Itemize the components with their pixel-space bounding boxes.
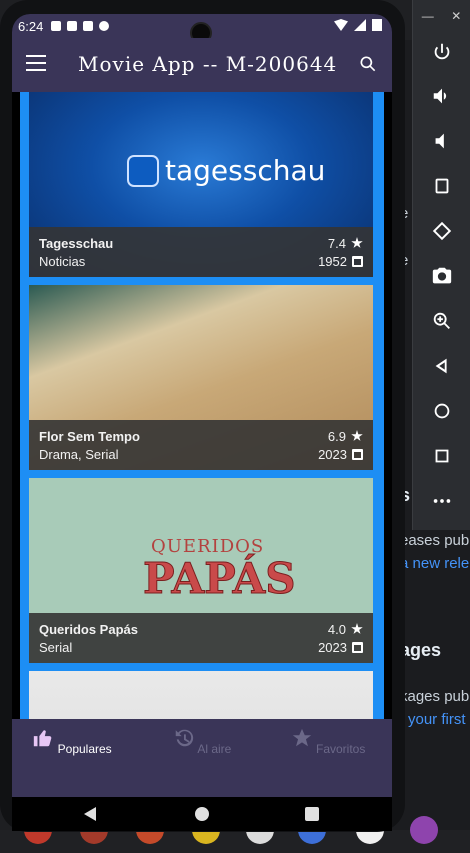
movie-card[interactable]: QUERIDOS PAPÁS Queridos Papás 4.0 Serial… xyxy=(29,478,373,663)
movie-info-overlay: Flor Sem Tempo 6.9 Drama, Serial 2023 xyxy=(29,420,373,470)
tab-populares[interactable]: Populares xyxy=(12,727,132,756)
movie-genres: Drama, Serial xyxy=(39,446,119,462)
bg-line-2: kages pub xyxy=(400,688,470,705)
home-circle-icon xyxy=(434,403,450,419)
tab-favoritos[interactable]: Favoritos xyxy=(268,727,388,756)
movie-title: Flor Sem Tempo xyxy=(39,428,140,444)
bottom-navigation: Populares Al aire Favoritos xyxy=(12,719,392,797)
bg-line-1: eases publ xyxy=(400,532,470,549)
tab-al-aire[interactable]: Al aire xyxy=(142,727,262,756)
camera-icon xyxy=(432,267,452,284)
taskbar-app-icon[interactable] xyxy=(410,816,438,844)
star-icon xyxy=(351,430,363,441)
tagesschau-logo-text: tagesschau xyxy=(165,154,326,187)
tab-label: Populares xyxy=(57,742,112,756)
movie-rating: 4.0 xyxy=(327,621,346,637)
sync-status-icon xyxy=(99,21,110,31)
close-icon[interactable]: ✕ xyxy=(451,9,461,23)
wifi-icon xyxy=(334,19,348,31)
movie-title: Queridos Papás xyxy=(39,621,138,637)
settings-status-icon xyxy=(51,21,62,31)
zoom-button[interactable] xyxy=(413,301,470,341)
tab-label: Al aire xyxy=(197,742,232,756)
volume-down-button[interactable] xyxy=(413,121,470,161)
movie-year: 2023 xyxy=(318,446,347,462)
movie-genres: Serial xyxy=(39,639,73,655)
rotate-left-button[interactable] xyxy=(413,166,470,206)
tagesschau-logo-mark xyxy=(127,154,159,187)
movie-info-overlay: Queridos Papás 4.0 Serial 2023 xyxy=(29,613,373,663)
movie-year: 2023 xyxy=(318,639,347,655)
movie-card[interactable]: tagesschau Tagesschau 7.4 Noticias 1952 xyxy=(29,92,373,277)
emulator-window-controls: — ✕ xyxy=(413,0,470,32)
calendar-icon xyxy=(352,641,363,653)
rotate-right-button[interactable] xyxy=(413,211,470,251)
home-button[interactable] xyxy=(413,391,470,431)
star-icon xyxy=(292,728,311,747)
movie-title: Tagesschau xyxy=(39,235,114,251)
movie-year: 1952 xyxy=(318,253,347,269)
back-button[interactable] xyxy=(413,346,470,386)
volume-down-icon xyxy=(435,133,444,149)
battery-icon xyxy=(372,19,382,31)
back-triangle-icon xyxy=(435,358,447,374)
screenshot-button[interactable] xyxy=(413,256,470,296)
movie-info-overlay: Tagesschau 7.4 Noticias 1952 xyxy=(29,227,373,277)
minimize-icon[interactable]: — xyxy=(422,9,434,23)
movie-card[interactable] xyxy=(29,671,373,719)
more-dots-icon xyxy=(433,499,451,503)
system-navigation-bar xyxy=(12,797,392,831)
star-icon xyxy=(351,237,363,248)
movie-genres: Noticias xyxy=(39,253,86,269)
movie-list[interactable]: tagesschau Tagesschau 7.4 Noticias 1952 xyxy=(20,92,384,719)
movie-rating: 7.4 xyxy=(327,235,346,251)
status-time: 6:24 xyxy=(18,18,44,34)
menu-icon[interactable] xyxy=(26,55,46,71)
app-bar: Movie App -- M-200644 xyxy=(12,38,392,92)
power-button[interactable] xyxy=(413,32,470,72)
movie-card[interactable]: Flor Sem Tempo 6.9 Drama, Serial 2023 xyxy=(29,285,373,470)
tagesschau-logo: tagesschau xyxy=(127,154,325,187)
rotate-right-icon xyxy=(432,221,452,241)
movie-poster xyxy=(29,671,373,719)
taskbar xyxy=(0,830,470,853)
system-recents-icon[interactable] xyxy=(305,807,319,821)
power-icon xyxy=(434,43,450,60)
overview-square-icon xyxy=(435,449,449,463)
thumbs-up-icon xyxy=(34,730,52,747)
movie-rating: 6.9 xyxy=(327,428,346,444)
zoom-in-icon xyxy=(433,312,450,329)
more-button[interactable] xyxy=(413,481,470,521)
volume-up-button[interactable] xyxy=(413,76,470,116)
volume-up-icon xyxy=(433,88,447,104)
signal-icon xyxy=(354,19,366,31)
notification-status-icon xyxy=(67,21,78,31)
tab-label: Favoritos xyxy=(315,742,366,756)
bg-link-1[interactable]: a new rele xyxy=(400,555,469,572)
phone-frame: 6:24 Movie App -- M-200644 tagesschau Ta… xyxy=(0,0,405,832)
app-title: Movie App -- M-200644 xyxy=(78,52,338,76)
overview-button[interactable] xyxy=(413,436,470,476)
calendar-icon xyxy=(352,255,363,267)
calendar-icon xyxy=(352,448,363,460)
star-icon xyxy=(351,623,363,634)
rotate-left-icon xyxy=(435,178,449,194)
emulator-toolbar: — ✕ xyxy=(412,0,470,530)
system-home-icon[interactable] xyxy=(195,807,209,821)
poster-title-line2: PAPÁS xyxy=(143,554,297,604)
system-back-icon[interactable] xyxy=(84,807,96,821)
phone-screen: 6:24 Movie App -- M-200644 tagesschau Ta… xyxy=(12,14,392,831)
search-icon[interactable] xyxy=(358,54,378,74)
bg-heading: ages xyxy=(400,640,442,660)
bg-link-2[interactable]: your first xyxy=(408,711,466,728)
movie-list-container[interactable]: tagesschau Tagesschau 7.4 Noticias 1952 xyxy=(12,92,392,719)
storage-status-icon xyxy=(83,21,94,31)
history-icon xyxy=(175,729,193,747)
